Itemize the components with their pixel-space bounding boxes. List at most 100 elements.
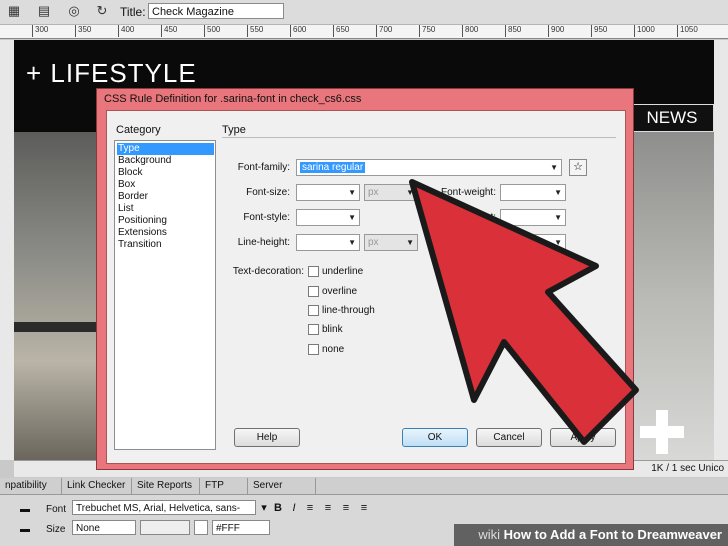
dropdown-arrow-icon: ▼ bbox=[406, 188, 414, 197]
help-button[interactable]: Help bbox=[234, 428, 300, 447]
category-box[interactable]: Box bbox=[117, 179, 214, 191]
font-select[interactable]: Trebuchet MS, Arial, Helvetica, sans- bbox=[72, 500, 256, 515]
none-label: none bbox=[322, 344, 345, 355]
tab-link-checker[interactable]: Link Checker bbox=[62, 478, 132, 494]
title-label: Title: bbox=[120, 5, 146, 19]
refresh-icon[interactable]: ↻ bbox=[94, 4, 110, 18]
ruler-tick: 1050 bbox=[677, 25, 698, 37]
ruler-tick: 900 bbox=[548, 25, 564, 37]
font-size-label: Font-size: bbox=[246, 187, 290, 198]
dropdown-arrow-icon: ▼ bbox=[554, 213, 562, 222]
category-background[interactable]: Background bbox=[117, 155, 214, 167]
list-icon[interactable]: ▬ bbox=[20, 524, 30, 535]
size-label: Size bbox=[46, 524, 66, 535]
page-headline: + LIFESTYLE bbox=[26, 58, 197, 88]
dropdown-arrow-icon[interactable]: ▾ bbox=[258, 502, 270, 514]
font-style-label: Font-style: bbox=[243, 212, 290, 223]
category-list[interactable]: Type Background Block Box Border List Po… bbox=[114, 140, 216, 450]
overline-checkbox[interactable] bbox=[308, 286, 319, 297]
color-input[interactable]: #FFF bbox=[212, 520, 270, 535]
line-through-checkbox[interactable] bbox=[308, 305, 319, 316]
ruler-tick: 850 bbox=[505, 25, 521, 37]
font-weight-select[interactable]: ▼ bbox=[500, 184, 566, 201]
ruler-tick: 750 bbox=[419, 25, 435, 37]
tab-server-debug[interactable]: Server Debug bbox=[248, 478, 316, 507]
font-size-select[interactable]: ▼ bbox=[296, 184, 360, 201]
ruler-tick: 400 bbox=[118, 25, 134, 37]
category-type[interactable]: Type bbox=[117, 143, 214, 155]
text-decoration-label: Text-decoration: bbox=[232, 266, 304, 277]
ruler-tick: 500 bbox=[204, 25, 220, 37]
scrollbar[interactable] bbox=[714, 40, 728, 460]
globe-icon[interactable]: ◎ bbox=[66, 4, 82, 18]
category-extensions[interactable]: Extensions bbox=[117, 227, 214, 239]
dropdown-arrow-icon: ▼ bbox=[554, 188, 562, 197]
split-view-icon[interactable]: ▤ bbox=[36, 4, 52, 18]
blink-label: blink bbox=[322, 324, 343, 335]
font-variant-label: t: bbox=[490, 212, 496, 223]
dropdown-arrow-icon: ▼ bbox=[348, 213, 356, 222]
tab-browser-compatibility[interactable]: npatibility bbox=[0, 478, 62, 494]
plus-graphic bbox=[640, 410, 684, 454]
document-toolbar: ▦ ▤ ◎ ↻ bbox=[0, 0, 728, 25]
underline-checkbox[interactable] bbox=[308, 266, 319, 277]
underline-label: underline bbox=[322, 266, 364, 277]
dropdown-arrow-icon: ▼ bbox=[554, 238, 562, 247]
align-center-icon[interactable]: ≡ bbox=[322, 502, 334, 514]
italic-icon[interactable]: I bbox=[288, 502, 300, 514]
align-right-icon[interactable]: ≡ bbox=[340, 502, 352, 514]
size-select[interactable]: None bbox=[72, 520, 136, 535]
tab-site-reports[interactable]: Site Reports bbox=[132, 478, 200, 494]
category-list-item[interactable]: List bbox=[117, 203, 214, 215]
line-through-label: line-through bbox=[322, 305, 375, 316]
tab-ftp-log[interactable]: FTP Log bbox=[200, 478, 248, 507]
code-view-icon[interactable]: ▦ bbox=[6, 4, 22, 18]
ruler-tick: 600 bbox=[290, 25, 306, 37]
color-swatch[interactable] bbox=[194, 520, 208, 535]
category-transition[interactable]: Transition bbox=[117, 239, 214, 251]
section-heading: Type bbox=[222, 124, 246, 136]
font-weight-label: Font-weight: bbox=[440, 187, 496, 198]
font-size-unit-select[interactable]: px ▼ bbox=[364, 184, 418, 201]
ruler-tick: 950 bbox=[591, 25, 607, 37]
page-photo-left bbox=[14, 132, 104, 460]
dialog-title: CSS Rule Definition for .sarina-font in … bbox=[104, 93, 362, 105]
bold-icon[interactable]: B bbox=[272, 502, 284, 514]
category-positioning[interactable]: Positioning bbox=[117, 215, 214, 227]
font-size-unit: px bbox=[368, 187, 379, 198]
news-tab: NEWS bbox=[630, 104, 714, 132]
line-height-unit: px bbox=[368, 237, 379, 248]
category-label: Category bbox=[116, 124, 161, 136]
category-border[interactable]: Border bbox=[117, 191, 214, 203]
ruler-tick: 350 bbox=[75, 25, 91, 37]
dropdown-arrow-icon: ▼ bbox=[348, 188, 356, 197]
title-input[interactable]: Check Magazine bbox=[148, 3, 284, 19]
size-unit-select[interactable] bbox=[140, 520, 190, 535]
dropdown-arrow-icon: ▼ bbox=[348, 238, 356, 247]
justify-icon[interactable]: ≡ bbox=[358, 502, 370, 514]
none-checkbox[interactable] bbox=[308, 344, 319, 355]
ruler-tick: 300 bbox=[32, 25, 48, 37]
font-family-select[interactable]: sarina regular ▼ bbox=[296, 159, 562, 176]
font-style-select[interactable]: ▼ bbox=[296, 209, 360, 226]
ok-button[interactable]: OK bbox=[402, 428, 468, 447]
line-height-unit-select[interactable]: px ▼ bbox=[364, 234, 418, 251]
font-variant-select[interactable]: ▼ bbox=[500, 209, 566, 226]
ruler-tick: 800 bbox=[462, 25, 478, 37]
download-size-text: 1K / 1 sec Unico bbox=[651, 463, 724, 474]
manage-fonts-star-icon[interactable]: ☆ bbox=[569, 159, 587, 176]
watermark-prefix: wiki bbox=[478, 527, 500, 542]
overline-label: overline bbox=[322, 286, 358, 297]
category-block[interactable]: Block bbox=[117, 167, 214, 179]
apply-button[interactable]: Apply bbox=[550, 428, 616, 447]
line-height-select[interactable]: ▼ bbox=[296, 234, 360, 251]
cancel-button[interactable]: Cancel bbox=[476, 428, 542, 447]
blink-checkbox[interactable] bbox=[308, 324, 319, 335]
text-transform-select[interactable]: ▼ bbox=[500, 234, 566, 251]
align-left-icon[interactable]: ≡ bbox=[304, 502, 316, 514]
divider bbox=[222, 137, 616, 138]
align-icon[interactable]: ▬ bbox=[20, 504, 30, 515]
font-family-label: Font-family: bbox=[237, 162, 290, 173]
watermark: wiki How to Add a Font to Dreamweaver bbox=[454, 524, 728, 546]
ruler-tick: 650 bbox=[333, 25, 349, 37]
